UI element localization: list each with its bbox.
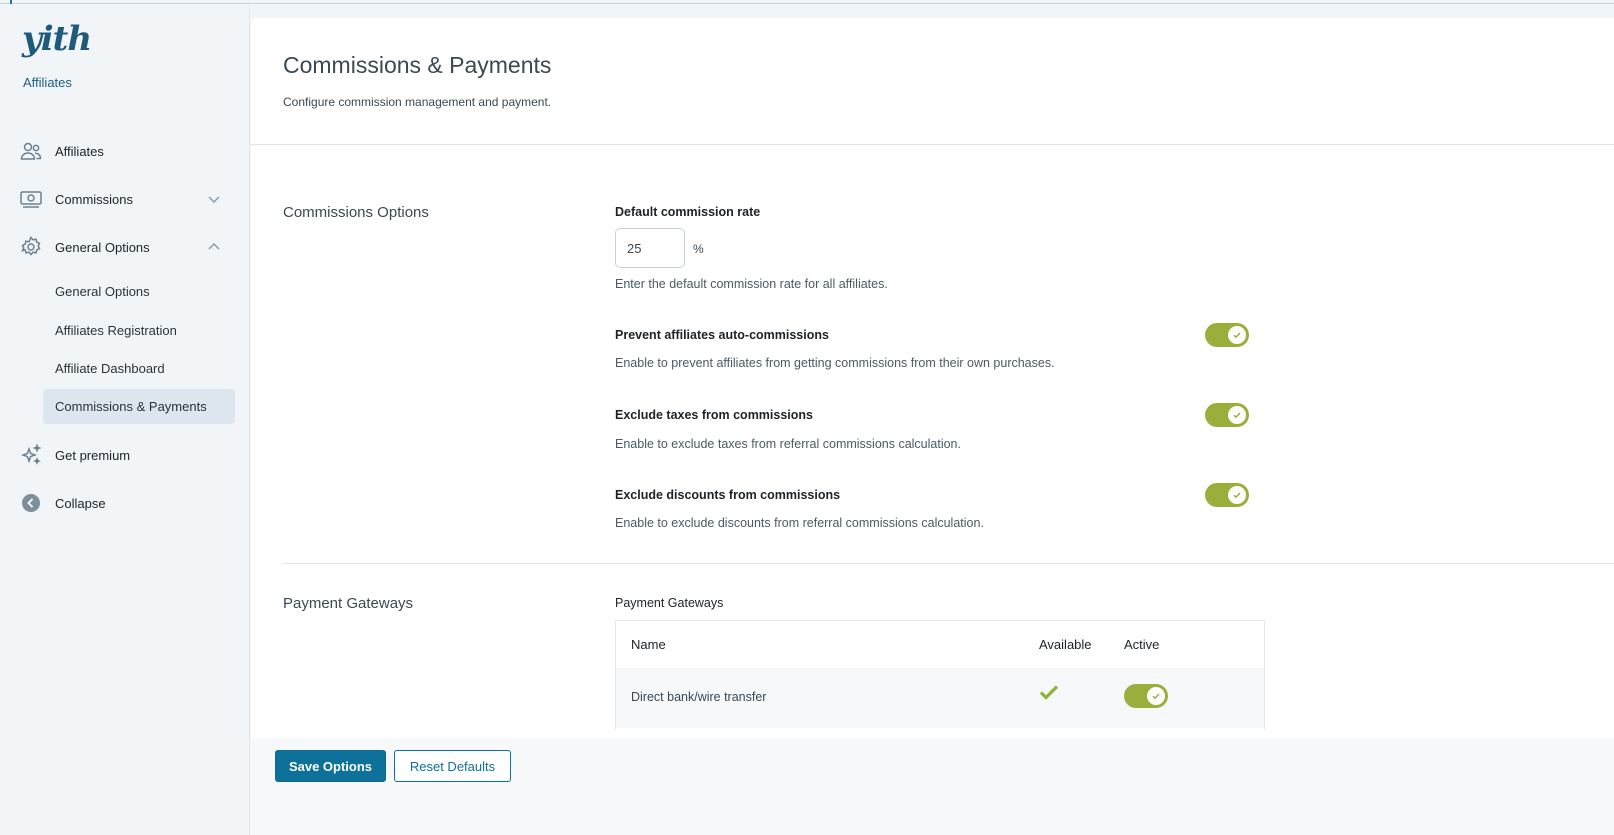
sidebar-subitem-affiliates-registration[interactable]: Affiliates Registration [43, 313, 235, 348]
check-icon [1233, 412, 1241, 419]
commission-rate-label: Default commission rate [615, 205, 761, 219]
sidebar-item-label: Affiliates [55, 143, 104, 159]
page-title: Commissions & Payments [283, 52, 552, 78]
sidebar-subitem-commissions-payments[interactable]: Commissions & Payments [43, 389, 235, 424]
chevron-down-icon [208, 196, 220, 204]
prevent-auto-commissions-toggle[interactable] [1205, 323, 1249, 347]
sidebar-subitem-affiliate-dashboard[interactable]: Affiliate Dashboard [43, 351, 235, 386]
gateway-active-toggle[interactable] [1124, 684, 1168, 708]
sidebar-item-affiliates[interactable]: Affiliates [0, 131, 250, 171]
payment-gateways-table: Name Available Active Direct bank/wire t… [615, 620, 1265, 730]
save-options-button[interactable]: Save Options [275, 750, 386, 782]
users-icon [20, 142, 42, 160]
divider [251, 144, 1614, 145]
check-icon [1233, 332, 1241, 339]
commission-rate-input[interactable] [615, 228, 685, 268]
gateway-name: Direct bank/wire transfer [631, 690, 767, 704]
sidebar-item-label: General Options [55, 239, 150, 255]
exclude-taxes-description: Enable to exclude taxes from referral co… [615, 437, 961, 451]
footer-bar: Save Options Reset Defaults [251, 738, 1614, 835]
yith-logo: yith [22, 19, 92, 59]
exclude-discounts-description: Enable to exclude discounts from referra… [615, 516, 984, 530]
toggle-knob [1228, 406, 1246, 424]
sidebar: yith Affiliates Affiliates Commissions G… [0, 5, 250, 835]
commission-rate-description: Enter the default commission rate for al… [615, 277, 888, 291]
payment-gateways-label: Payment Gateways [615, 596, 724, 610]
sidebar-subitem-general-options[interactable]: General Options [43, 274, 235, 309]
table-header: Name Available Active [616, 621, 1264, 668]
logo-text: yith [22, 19, 92, 59]
column-header-active: Active [1124, 637, 1160, 652]
sidebar-item-commissions[interactable]: Commissions [0, 179, 250, 219]
sidebar-item-label: Commissions [55, 191, 134, 207]
top-border-mark [10, 0, 12, 4]
toggle-knob [1228, 326, 1246, 344]
sidebar-item-general-options[interactable]: General Options [0, 227, 250, 267]
section-title-payment-gateways: Payment Gateways [283, 595, 414, 612]
toggle-knob [1228, 486, 1246, 504]
gear-icon [21, 236, 41, 256]
check-icon [1233, 492, 1241, 499]
money-icon [20, 191, 42, 208]
available-check-icon [1039, 685, 1059, 700]
exclude-discounts-toggle[interactable] [1205, 483, 1249, 507]
check-icon [1152, 693, 1160, 700]
exclude-discounts-label: Exclude discounts from commissions [615, 488, 841, 502]
table-row: Direct bank/wire transfer [616, 668, 1264, 728]
logo-subtitle: Affiliates [23, 75, 72, 90]
toggle-knob [1147, 687, 1165, 705]
main-panel: Commissions & Payments Configure commiss… [251, 18, 1614, 738]
reset-defaults-button[interactable]: Reset Defaults [394, 750, 511, 782]
collapse-arrow-icon [22, 494, 40, 512]
sidebar-item-label: Collapse [55, 495, 106, 511]
top-border [0, 0, 1614, 4]
column-header-available: Available [1039, 637, 1092, 652]
percent-suffix: % [693, 242, 704, 256]
sidebar-item-get-premium[interactable]: Get premium [0, 435, 250, 475]
sidebar-item-collapse[interactable]: Collapse [0, 483, 250, 523]
chevron-up-icon [208, 242, 220, 250]
page-description: Configure commission management and paym… [283, 95, 552, 109]
section-title-commissions-options: Commissions Options [283, 204, 429, 221]
exclude-taxes-label: Exclude taxes from commissions [615, 408, 813, 422]
column-header-name: Name [631, 637, 666, 652]
divider [283, 563, 1614, 564]
prevent-auto-commissions-label: Prevent affiliates auto-commissions [615, 328, 829, 342]
prevent-auto-commissions-description: Enable to prevent affiliates from gettin… [615, 356, 1055, 370]
sidebar-item-label: Get premium [55, 447, 131, 463]
exclude-taxes-toggle[interactable] [1205, 403, 1249, 427]
sparkles-icon [20, 443, 42, 465]
